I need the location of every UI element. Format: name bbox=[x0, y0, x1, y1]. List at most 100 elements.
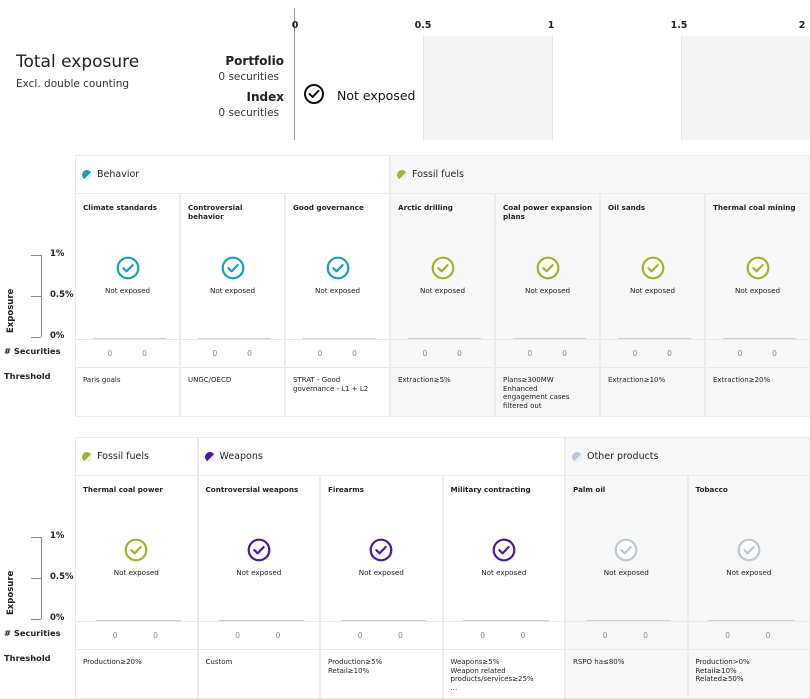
group-label: Fossil fuels bbox=[412, 169, 464, 180]
row-separator bbox=[496, 367, 599, 368]
category-title: Arctic drilling bbox=[398, 203, 453, 212]
category-column: Thermal coal mining Not exposed 0 0 Extracti… bbox=[705, 193, 810, 417]
check-circle-icon bbox=[116, 256, 140, 280]
securities-row-label: # Securities bbox=[4, 346, 61, 356]
group-label: Weapons bbox=[219, 451, 263, 462]
category-column: Arctic drilling Not exposed 0 0 Extraction≥5… bbox=[390, 193, 495, 417]
row-separator bbox=[566, 649, 687, 650]
index-securities-count: 0 bbox=[352, 349, 357, 358]
exposure-panel-top: Behavior Climate standards Not exposed 0 0 Pa… bbox=[75, 155, 810, 417]
portfolio-securities-count: 0 bbox=[235, 631, 241, 640]
row-separator bbox=[76, 649, 197, 650]
row-separator bbox=[601, 367, 704, 368]
category-status: Not exposed bbox=[236, 568, 282, 577]
row-separator bbox=[601, 339, 704, 340]
row-separator bbox=[321, 649, 442, 650]
row-separator bbox=[391, 339, 494, 340]
x-tick-label: 2 bbox=[798, 20, 806, 31]
portfolio-securities-count: 0 bbox=[632, 349, 638, 358]
row-separator bbox=[443, 621, 564, 622]
category-title: Tobacco bbox=[695, 485, 728, 494]
check-circle-icon bbox=[641, 256, 665, 280]
group-header-fossil: Fossil fuels bbox=[390, 155, 810, 193]
category-title: Oil sands bbox=[608, 203, 646, 212]
category-column: Thermal coal power Not exposed 0 0 Productio… bbox=[75, 475, 198, 699]
category-title: Thermal coal power bbox=[83, 485, 163, 494]
portfolio-securities-count: 0 bbox=[527, 349, 533, 358]
check-circle-icon bbox=[614, 538, 638, 562]
category-column: Tobacco Not exposed 0 0 Production>0% Retail… bbox=[687, 475, 810, 699]
portfolio-securities-count: 0 bbox=[317, 349, 323, 358]
gridline bbox=[681, 36, 682, 140]
y-tick-label: 1% bbox=[50, 249, 65, 259]
category-column: Firearms Not exposed 0 0 Production≥5% Retai… bbox=[320, 475, 443, 699]
index-securities-count: 0 bbox=[765, 631, 771, 640]
category-title: Good governance bbox=[293, 203, 364, 212]
category-title: Military contracting bbox=[450, 485, 531, 494]
check-circle-icon bbox=[746, 256, 770, 280]
check-circle-icon bbox=[221, 256, 245, 280]
x-tick-label: 1 bbox=[547, 20, 555, 31]
index-securities-count: 0 bbox=[457, 349, 462, 358]
total-exposure-subtitle: Excl. double counting bbox=[16, 78, 130, 90]
x-tick-label: 0.5 bbox=[414, 20, 432, 31]
threshold-text: Extraction≥5% bbox=[398, 376, 451, 384]
row-separator bbox=[76, 339, 179, 340]
group-label: Other products bbox=[587, 451, 659, 462]
threshold-text: Plans≥300MW Enhanced engagement cases fi… bbox=[503, 376, 570, 410]
category-title: Firearms bbox=[328, 485, 364, 494]
row-separator bbox=[688, 649, 809, 650]
row-separator bbox=[76, 621, 197, 622]
index-securities-count: 0 bbox=[275, 631, 281, 640]
category-status: Not exposed bbox=[419, 286, 466, 295]
check-circle-icon bbox=[247, 538, 271, 562]
category-column: Controversial behavior Not exposed 0 0 UNGC/… bbox=[180, 193, 285, 417]
threshold-text: STRAT - Good governance - L1 + L2 bbox=[293, 376, 369, 393]
y-axis-label: Exposure bbox=[6, 288, 16, 333]
row-separator bbox=[688, 621, 809, 622]
total-exposure-title: Total exposure bbox=[16, 52, 140, 72]
category-status: Not exposed bbox=[481, 568, 527, 577]
row-separator bbox=[286, 339, 389, 340]
index-securities-count: 0 bbox=[772, 349, 777, 358]
category-column: Good governance Not exposed 0 0 STRAT - Good… bbox=[285, 193, 390, 417]
category-column: Military contracting Not exposed 0 0 Weapons… bbox=[442, 475, 565, 699]
securities-row-label: # Securities bbox=[4, 628, 61, 638]
threshold-text: Extraction≥20% bbox=[713, 376, 771, 384]
threshold-row-label: Threshold bbox=[4, 653, 51, 663]
portfolio-securities-count: 0 bbox=[112, 631, 118, 640]
threshold-text: Custom bbox=[205, 658, 233, 666]
category-status: Not exposed bbox=[524, 286, 571, 295]
x-tick-label: 1.5 bbox=[670, 20, 688, 31]
row-separator bbox=[321, 621, 442, 622]
category-status: Not exposed bbox=[734, 286, 781, 295]
threshold-text: Production≥5% Retail≥10% bbox=[328, 658, 383, 675]
threshold-text: Paris goals bbox=[83, 376, 121, 384]
axis-band bbox=[681, 36, 810, 140]
threshold-text: Weapons≥5% Weapon related products/servi… bbox=[450, 658, 534, 692]
portfolio-label: Portfolio bbox=[225, 54, 284, 68]
check-circle-icon bbox=[304, 84, 324, 104]
category-title: Controversial weapons bbox=[205, 485, 299, 494]
row-separator bbox=[706, 367, 809, 368]
x-tick-label: 0 bbox=[291, 20, 299, 31]
index-securities-count: 0 bbox=[562, 349, 567, 358]
threshold-text: Extraction≥10% bbox=[608, 376, 666, 384]
row-separator bbox=[391, 367, 494, 368]
group-header-weapons: Weapons bbox=[197, 437, 565, 475]
index-securities-count: 0 bbox=[142, 349, 147, 358]
index-count: 0 securities bbox=[218, 107, 279, 119]
category-status: Not exposed bbox=[358, 568, 404, 577]
row-separator bbox=[706, 339, 809, 340]
index-securities-count: 0 bbox=[153, 631, 158, 640]
y-tick-label: 0% bbox=[50, 331, 65, 341]
check-circle-icon bbox=[431, 256, 455, 280]
row-separator bbox=[286, 367, 389, 368]
group-label: Fossil fuels bbox=[97, 451, 149, 462]
fossil-category-icon bbox=[82, 451, 92, 462]
threshold-text: UNGC/OECD bbox=[188, 376, 232, 384]
check-circle-icon bbox=[737, 538, 761, 562]
portfolio-securities-count: 0 bbox=[107, 349, 113, 358]
category-status: Not exposed bbox=[603, 568, 649, 577]
index-securities-count: 0 bbox=[667, 349, 672, 358]
